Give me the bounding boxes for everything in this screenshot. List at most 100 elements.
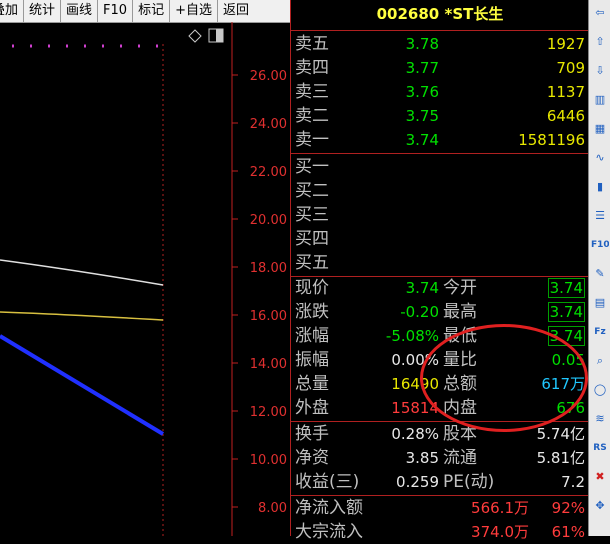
fund-label: 净资 — [295, 448, 329, 468]
quote-panel: 002680 *ST长生 卖五 3.78 1927 卖四 3.77 709 卖三 3.76 11… — [290, 0, 589, 542]
fund-label: 流通 — [443, 448, 477, 468]
price-tick-label: 14.00 — [250, 357, 287, 372]
buy-row[interactable]: 买二 — [291, 179, 589, 203]
back-icon[interactable]: ⇦ — [591, 4, 609, 22]
buy-level-label: 买三 — [295, 205, 329, 225]
sell-level-label: 卖一 — [295, 130, 329, 150]
fund-value: 5.81亿 — [536, 449, 585, 467]
buy-level-label: 买五 — [295, 253, 329, 273]
fund-label: PE(动) — [443, 472, 495, 492]
sell-volume: 1927 — [546, 35, 585, 53]
sell-row[interactable]: 卖三 3.76 1137 — [291, 80, 589, 104]
fz-icon[interactable]: Fz — [591, 323, 609, 341]
fund-row: 收益(三) 0.259 PE(动) 7.2 — [291, 470, 589, 494]
price-chart-svg: 26.00 24.00 22.00 20.00 18.00 16.00 14.00 12.00… — [0, 22, 287, 536]
buy-level-label: 买四 — [295, 229, 329, 249]
fund-row: 净资 3.85 流通 5.81亿 — [291, 446, 589, 470]
price-tick-label: 26.00 — [250, 69, 287, 84]
sell-row[interactable]: 卖四 3.77 709 — [291, 56, 589, 80]
buy-level-label: 买二 — [295, 181, 329, 201]
stat-label: 现价 — [295, 278, 329, 298]
ma-line-blue — [0, 334, 165, 436]
f10-button[interactable]: F10 — [98, 0, 134, 22]
sell-price: 3.74 — [405, 131, 439, 149]
stat-label: 振幅 — [295, 350, 329, 370]
stat-row: 涨跌 -0.20 最高 3.74 — [291, 300, 589, 324]
stat-label: 总量 — [295, 374, 329, 394]
buy-level-label: 买一 — [295, 157, 329, 177]
sell-row[interactable]: 卖二 3.75 6446 — [291, 104, 589, 128]
sell-level-label: 卖三 — [295, 82, 329, 102]
flow-value: 566.1万 — [471, 499, 529, 517]
price-tick-label: 10.00 — [250, 453, 287, 468]
ma-line-white — [0, 259, 164, 286]
stat-value: 3.74 — [405, 279, 439, 297]
sell-volume: 6446 — [546, 107, 585, 125]
grid-icon[interactable]: ▤ — [591, 294, 609, 312]
ma-line-yellow — [0, 311, 164, 321]
move-icon[interactable]: ✥ — [591, 497, 609, 515]
sell-level-label: 卖五 — [295, 34, 329, 54]
note-icon[interactable]: ✎ — [591, 265, 609, 283]
wave-icon[interactable]: ≋ — [591, 410, 609, 428]
sell-row[interactable]: 卖一 3.74 1581196 — [291, 128, 589, 152]
buy-row[interactable]: 买五 — [291, 251, 589, 275]
price-tick-label: 12.00 — [250, 405, 287, 420]
sell-volume: 709 — [556, 59, 585, 77]
add-watchlist-button[interactable]: +自选 — [170, 0, 218, 22]
fund-value: 7.2 — [561, 473, 585, 491]
chart-icon[interactable]: ▥ — [591, 91, 609, 109]
candle-icon[interactable]: ▮ — [591, 178, 609, 196]
stat-value: -0.20 — [400, 303, 439, 321]
stat-value: 3.74 — [547, 302, 585, 322]
stat-label: 涨幅 — [295, 326, 329, 346]
buy-row[interactable]: 买四 — [291, 227, 589, 251]
price-tick-label: 16.00 — [250, 309, 287, 324]
stat-value: -5.08% — [385, 327, 439, 345]
fund-value: 3.85 — [405, 449, 439, 467]
diamond-icon[interactable] — [188, 29, 202, 43]
fund-value: 0.28% — [391, 425, 439, 443]
up-icon[interactable]: ⇧ — [591, 33, 609, 51]
line-icon[interactable]: ∿ — [591, 149, 609, 167]
sell-volume: 1581196 — [518, 131, 585, 149]
list-icon[interactable]: ☰ — [591, 207, 609, 225]
overlay-button[interactable]: 叠加 — [0, 0, 25, 22]
fund-value: 0.259 — [396, 473, 439, 491]
buy-row[interactable]: 买一 — [291, 155, 589, 179]
stat-label: 外盘 — [295, 398, 329, 418]
table-icon[interactable]: ▦ — [591, 120, 609, 138]
price-chart[interactable]: 26.00 24.00 22.00 20.00 18.00 16.00 14.00 12.00… — [0, 22, 290, 536]
stat-label: 涨跌 — [295, 302, 329, 322]
chart-toolbar: 叠加 统计 画线 F10 标记 +自选 返回 — [0, 0, 290, 23]
zoom-icon[interactable]: ⌕ — [591, 352, 609, 370]
window-icon[interactable] — [208, 28, 224, 43]
stop-icon[interactable]: ✖ — [591, 468, 609, 486]
buy-row[interactable]: 买三 — [291, 203, 589, 227]
down-icon[interactable]: ⇩ — [591, 62, 609, 80]
f10-icon[interactable]: F10 — [591, 236, 609, 254]
sell-row[interactable]: 卖五 3.78 1927 — [291, 32, 589, 56]
draw-line-button[interactable]: 画线 — [61, 0, 99, 22]
stat-row: 现价 3.74 今开 3.74 — [291, 276, 589, 300]
stat-label: 最高 — [443, 302, 477, 322]
fund-label: 收益(三) — [295, 472, 360, 492]
back-button[interactable]: 返回 — [218, 0, 254, 22]
price-tick-label: 24.00 — [250, 117, 287, 132]
stats-button[interactable]: 统计 — [24, 0, 62, 22]
price-tick-label: 18.00 — [250, 261, 287, 276]
rs-icon[interactable]: RS — [591, 439, 609, 457]
fund-value: 5.74亿 — [536, 425, 585, 443]
price-tick-label: 22.00 — [250, 165, 287, 180]
stat-value: 3.74 — [547, 278, 585, 298]
sell-level-label: 卖二 — [295, 106, 329, 126]
mark-button[interactable]: 标记 — [133, 0, 171, 22]
flow-percent: 61% — [551, 523, 585, 541]
divider — [291, 153, 589, 154]
circle-icon[interactable]: ◯ — [591, 381, 609, 399]
right-toolbar: ⇦ ⇧ ⇩ ▥ ▦ ∿ ▮ ☰ F10 ✎ ▤ Fz ⌕ ◯ ≋ RS ✖ ✥ — [588, 0, 610, 536]
sell-volume: 1137 — [546, 83, 585, 101]
stock-title: 002680 *ST长生 — [376, 5, 504, 23]
price-tick-label: 20.00 — [250, 213, 287, 228]
sell-price: 3.76 — [405, 83, 439, 101]
